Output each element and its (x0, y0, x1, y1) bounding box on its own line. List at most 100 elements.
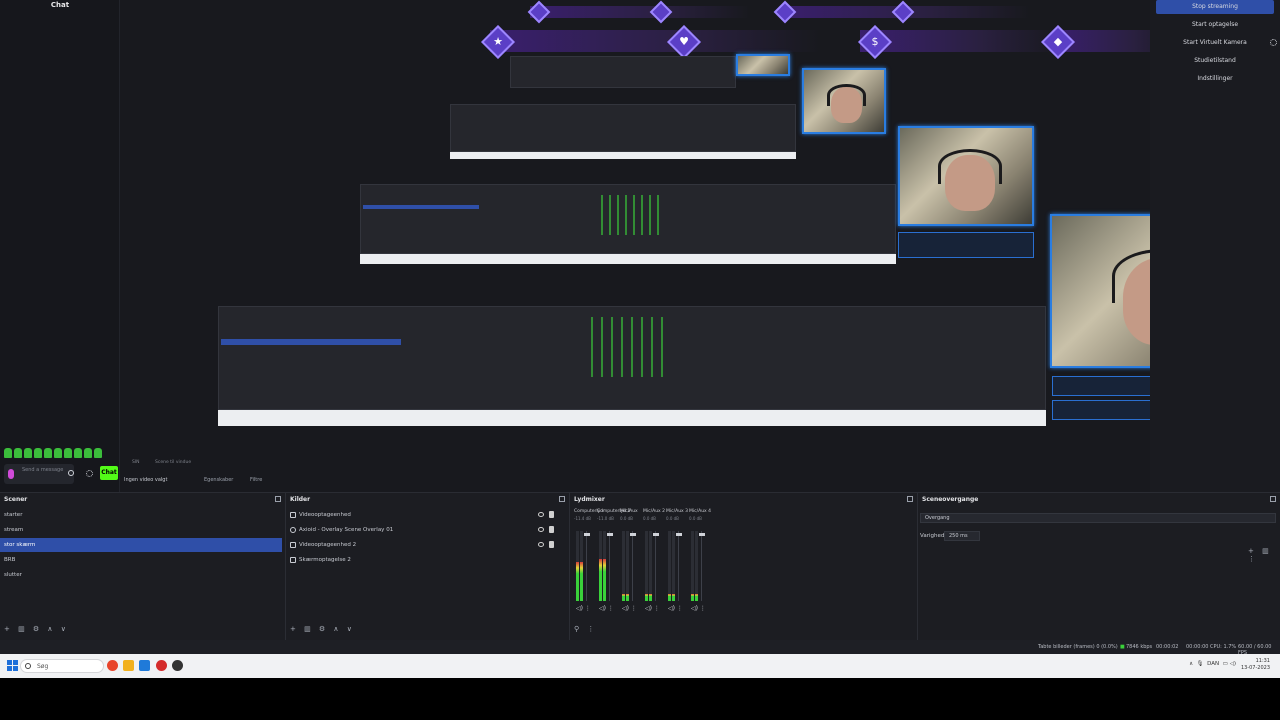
dropped-frames: Tabte billeder (frames) 0 (0.0%) (1038, 644, 1118, 650)
fader-knob[interactable] (584, 533, 590, 536)
volume-meter (626, 531, 629, 601)
speaker-icon[interactable]: ◁) ⋮ (576, 605, 591, 612)
eye-icon[interactable] (538, 527, 544, 532)
chat-send-button[interactable]: Chat (100, 466, 118, 480)
source-item[interactable]: Skærmoptagelse 2 (290, 553, 560, 567)
volume-meter (576, 531, 579, 601)
lock-icon[interactable] (549, 511, 554, 518)
popout-icon[interactable] (907, 496, 913, 502)
meter-level (668, 594, 671, 601)
fader-knob[interactable] (653, 533, 659, 536)
letterbox (0, 678, 1280, 720)
lock-icon[interactable] (549, 526, 554, 533)
emote-icon[interactable] (24, 448, 32, 458)
scenes-toolbar[interactable]: + ▥ ⚙ ∧ ∨ (4, 625, 69, 635)
chat-message-input[interactable]: Send a message (4, 464, 74, 484)
fader-knob[interactable] (699, 533, 705, 536)
monitor-icon (290, 557, 296, 563)
volume-fader[interactable] (609, 531, 610, 601)
channel-name: Computerlyd (574, 509, 604, 514)
mixer-channel[interactable]: Mic/Aux 2 0.0 dB ◁) ⋮ (643, 509, 665, 621)
start-recording-button[interactable]: Start optagelse (1156, 18, 1274, 32)
settings-button[interactable]: Indstillinger (1156, 72, 1274, 86)
chrome-icon[interactable] (156, 660, 167, 671)
scene-item[interactable]: slutter (0, 568, 282, 582)
transition-toolbar[interactable]: + ▥ ⋮ (1248, 547, 1280, 563)
eye-icon[interactable] (538, 512, 544, 517)
gear-icon[interactable] (86, 470, 93, 477)
scenes-title: Scener (4, 496, 28, 503)
properties-button[interactable]: Egenskaber (204, 477, 233, 483)
mixer-channel[interactable]: Computerlyd 2 -11.0 dB ◁) ⋮ (597, 509, 630, 621)
speaker-icon[interactable]: ◁) ⋮ (668, 605, 683, 612)
studio-mode-button[interactable]: Studietilstand (1156, 54, 1274, 68)
mixer-channel[interactable]: Computerlyd -11.4 dB ◁) ⋮ (574, 509, 604, 621)
emote-icon[interactable] (44, 448, 52, 458)
preview-canvas[interactable]: ★ ♥ $ ◆ (120, 0, 1262, 492)
meter-level (576, 562, 579, 601)
gear-icon[interactable] (1270, 39, 1277, 46)
emote-icon[interactable] (54, 448, 62, 458)
folder-icon[interactable] (123, 660, 134, 671)
meter-level (695, 594, 698, 601)
fader-knob[interactable] (607, 533, 613, 536)
meter-level (622, 594, 625, 601)
emote-icon[interactable] (84, 448, 92, 458)
emote-icon[interactable] (74, 448, 82, 458)
source-item[interactable]: Videooptageenhed 2 (290, 538, 560, 552)
filters-button[interactable]: Filtre (250, 477, 262, 483)
system-tray[interactable]: ∧ 🎙 DAN ▭ ◁) (1189, 661, 1236, 667)
scene-item-selected[interactable]: stor skærm (0, 538, 282, 552)
volume-fader[interactable] (586, 531, 587, 601)
scene-item[interactable]: stream (0, 523, 282, 537)
mixer-channel[interactable]: Mic/Aux 0.0 dB ◁) ⋮ (620, 509, 642, 621)
mixer-channel[interactable]: Mic/Aux 3 0.0 dB ◁) ⋮ (666, 509, 688, 621)
source-item[interactable]: Videooptageenhed (290, 508, 560, 522)
emoji-icon[interactable] (68, 470, 74, 476)
taskbar-search-input[interactable]: Søg (20, 659, 104, 673)
source-item[interactable]: Axioid - Overlay Scene Overlay 01 (290, 523, 560, 537)
meter-level (599, 559, 602, 601)
sources-toolbar[interactable]: + ▥ ⚙ ∧ ∨ (290, 625, 355, 635)
speaker-icon[interactable]: ◁) ⋮ (599, 605, 614, 612)
stop-streaming-button[interactable]: Stop streaming (1156, 0, 1274, 14)
emote-icon[interactable] (94, 448, 102, 458)
microphone-icon[interactable] (8, 469, 14, 479)
emote-icon[interactable] (4, 448, 12, 458)
camera-icon (290, 542, 296, 548)
browser-icon[interactable] (107, 660, 118, 671)
fader-knob[interactable] (630, 533, 636, 536)
language-indicator[interactable]: DAN (1207, 661, 1219, 667)
popout-icon[interactable] (1270, 496, 1276, 502)
source-label: Videooptageenhed (299, 512, 351, 518)
bitrate-indicator: ■ (1120, 644, 1125, 650)
volume-fader[interactable] (655, 531, 656, 601)
scene-item[interactable]: BRB (0, 553, 282, 567)
eye-icon[interactable] (538, 542, 544, 547)
clock-time: 11:31 (1255, 658, 1270, 664)
speaker-icon[interactable]: ◁) ⋮ (645, 605, 660, 612)
mixer-channel[interactable]: Mic/Aux 4 0.0 dB ◁) ⋮ (689, 509, 711, 621)
emote-icon[interactable] (64, 448, 72, 458)
duration-input[interactable]: 250 ms (944, 531, 980, 541)
scene-item[interactable]: starter (0, 508, 282, 522)
volume-fader[interactable] (632, 531, 633, 601)
volume-fader[interactable] (701, 531, 702, 601)
speaker-icon[interactable]: ◁) ⋮ (622, 605, 637, 612)
popout-icon[interactable] (275, 496, 281, 502)
transition-select[interactable]: Overgang (920, 513, 1276, 523)
start-virtual-camera-button[interactable]: Start Virtuelt Kamera (1156, 36, 1274, 50)
channel-name: Mic/Aux 3 (666, 509, 689, 514)
obs-icon[interactable] (172, 660, 183, 671)
emote-icon[interactable] (34, 448, 42, 458)
mixer-toolbar[interactable]: ⚲ ⋮ (574, 625, 597, 635)
popout-icon[interactable] (559, 496, 565, 502)
lock-icon[interactable] (549, 541, 554, 548)
emote-icon[interactable] (14, 448, 22, 458)
fader-knob[interactable] (676, 533, 682, 536)
taskbar-clock[interactable]: 11:31 13-07-2023 (1241, 658, 1270, 672)
windows-start-icon[interactable] (7, 660, 18, 671)
volume-fader[interactable] (678, 531, 679, 601)
store-icon[interactable] (139, 660, 150, 671)
speaker-icon[interactable]: ◁) ⋮ (691, 605, 706, 612)
